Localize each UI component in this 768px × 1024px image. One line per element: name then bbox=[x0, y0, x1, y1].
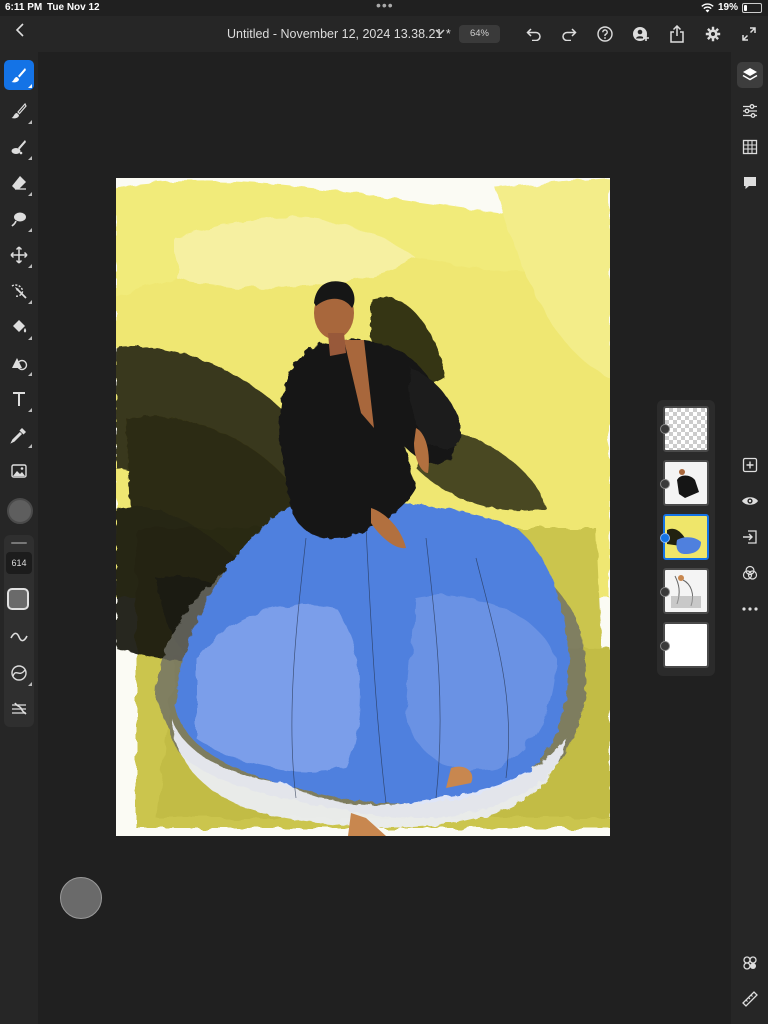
status-right: 19% bbox=[701, 2, 762, 13]
ruler-icon bbox=[742, 991, 758, 1007]
current-color-swatch[interactable] bbox=[7, 498, 33, 524]
import-button[interactable] bbox=[737, 524, 763, 550]
add-layer-button[interactable] bbox=[737, 452, 763, 478]
eyedropper-tool[interactable] bbox=[4, 420, 34, 450]
document-title[interactable]: Untitled - November 12, 2024 13.38.21 * bbox=[227, 27, 451, 41]
brush-size-value[interactable]: 614 bbox=[6, 552, 32, 574]
smudge-tool[interactable] bbox=[4, 132, 34, 162]
settings-icon[interactable] bbox=[702, 23, 724, 45]
artwork-illustration bbox=[116, 178, 610, 836]
shapes-icon bbox=[12, 358, 28, 371]
brush-flow-button[interactable] bbox=[4, 622, 34, 652]
help-icon[interactable] bbox=[594, 23, 616, 45]
floating-modifier-button[interactable] bbox=[60, 877, 102, 919]
brush-smoothing-button[interactable] bbox=[4, 658, 34, 688]
layer-lock-icon[interactable] bbox=[660, 479, 670, 489]
place-image-tool[interactable] bbox=[4, 456, 34, 486]
eraser-tool[interactable] bbox=[4, 168, 34, 198]
layer-lock-icon[interactable] bbox=[660, 424, 670, 434]
assets-button[interactable] bbox=[737, 950, 763, 976]
grid-icon bbox=[742, 139, 758, 155]
chevron-down-icon[interactable] bbox=[435, 27, 445, 39]
back-icon[interactable] bbox=[10, 21, 30, 43]
paint-brush-tool[interactable] bbox=[4, 60, 34, 90]
wave-icon bbox=[10, 632, 28, 642]
sketch-thumbnail bbox=[671, 575, 701, 608]
import-icon bbox=[743, 530, 757, 544]
size-slider-handle[interactable] bbox=[11, 542, 27, 544]
eye-icon bbox=[742, 497, 758, 505]
comments-button[interactable] bbox=[737, 170, 763, 196]
assets-icon bbox=[743, 956, 757, 970]
eyedropper-icon bbox=[10, 428, 26, 444]
comment-icon bbox=[744, 177, 756, 189]
canvas[interactable] bbox=[116, 178, 610, 836]
move-icon bbox=[10, 246, 28, 264]
smudge-icon bbox=[11, 140, 26, 155]
fill-tool[interactable] bbox=[4, 312, 34, 342]
image-icon bbox=[11, 464, 27, 478]
lasso-selection-tool[interactable] bbox=[4, 204, 34, 234]
jacket-figure-thumbnail bbox=[677, 469, 699, 498]
status-date: Tue Nov 12 bbox=[47, 2, 100, 13]
ruler-button[interactable] bbox=[737, 986, 763, 1012]
type-tool[interactable] bbox=[4, 384, 34, 414]
more-button[interactable] bbox=[737, 596, 763, 622]
brush-opacity-button[interactable] bbox=[7, 588, 29, 610]
multitask-dots-icon[interactable]: ••• bbox=[376, 0, 394, 13]
lasso-icon bbox=[11, 212, 26, 227]
redo-icon[interactable] bbox=[558, 23, 580, 45]
add-layer-icon bbox=[742, 457, 758, 473]
shape-tool[interactable] bbox=[4, 348, 34, 378]
share-icon[interactable] bbox=[666, 23, 688, 45]
fullscreen-icon[interactable] bbox=[738, 23, 760, 45]
eraser-icon bbox=[12, 176, 26, 190]
pixel-brush-tool[interactable] bbox=[4, 96, 34, 126]
blend-icon bbox=[742, 565, 758, 580]
paint-bucket-icon bbox=[13, 320, 27, 333]
layer-lock-icon[interactable] bbox=[660, 587, 670, 597]
type-icon bbox=[13, 392, 25, 406]
grid-button[interactable] bbox=[737, 134, 763, 160]
zoom-level[interactable]: 64% bbox=[459, 25, 500, 43]
neck bbox=[328, 333, 346, 356]
layer-lock-icon[interactable] bbox=[660, 533, 670, 543]
undo-icon[interactable] bbox=[523, 23, 545, 45]
wifi-icon bbox=[701, 2, 714, 12]
quick-selection-icon bbox=[11, 284, 27, 299]
pixel-brush-icon bbox=[11, 102, 27, 119]
status-time: 6:11 PM bbox=[5, 2, 43, 13]
visibility-button[interactable] bbox=[737, 488, 763, 514]
layers-button[interactable] bbox=[737, 62, 763, 88]
quick-selection-tool[interactable] bbox=[4, 276, 34, 306]
battery-percent: 19% bbox=[717, 2, 738, 13]
status-bar: 6:11 PM Tue Nov 12 ••• 19% bbox=[0, 0, 768, 16]
blend-mode-button[interactable] bbox=[737, 560, 763, 586]
brush-settings-button[interactable] bbox=[4, 694, 34, 724]
more-icon bbox=[742, 607, 758, 611]
sliders-icon bbox=[743, 104, 757, 118]
color-paint-thumbnail bbox=[667, 528, 701, 554]
layer-lock-icon[interactable] bbox=[660, 641, 670, 651]
layers-icon bbox=[742, 68, 758, 81]
paint-brush-icon bbox=[11, 68, 26, 83]
brush-settings-icon bbox=[12, 702, 27, 715]
move-transform-tool[interactable] bbox=[4, 240, 34, 270]
smoothing-icon bbox=[11, 665, 27, 681]
adjustments-button[interactable] bbox=[737, 98, 763, 124]
invite-icon[interactable] bbox=[630, 23, 652, 45]
battery-icon bbox=[742, 2, 762, 13]
